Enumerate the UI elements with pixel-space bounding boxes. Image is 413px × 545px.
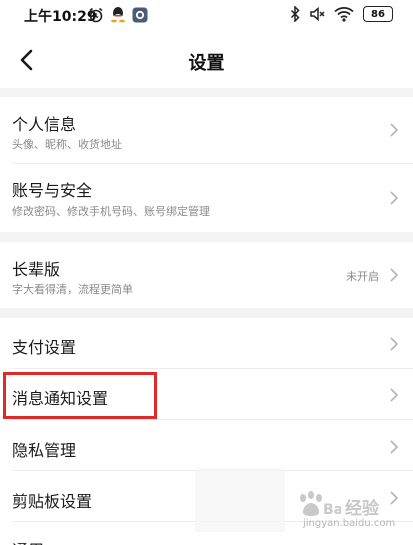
status-icons-right: 86 bbox=[290, 6, 393, 22]
personal-info-item[interactable]: 个人信息 头像、昵称、收货地址 bbox=[0, 97, 413, 164]
notification-settings-title: 消息通知设置 bbox=[12, 389, 109, 408]
watermark: Bai 经验 jingyan.baidu.com bbox=[293, 488, 403, 534]
status-bar: 上午10:29 86 bbox=[0, 0, 413, 32]
nav-bar: 设置 bbox=[0, 32, 413, 88]
battery-level: 86 bbox=[371, 8, 385, 20]
app-notification-icon bbox=[132, 7, 148, 23]
qq-icon bbox=[110, 6, 126, 23]
account-security-item[interactable]: 账号与安全 修改密码、修改手机号码、账号绑定管理 bbox=[0, 164, 413, 232]
chevron-right-icon bbox=[390, 440, 399, 454]
chevron-right-icon bbox=[390, 268, 399, 282]
payment-settings-title: 支付设置 bbox=[12, 338, 77, 357]
privacy-management-title: 隐私管理 bbox=[12, 441, 77, 460]
settings-group-account: 个人信息 头像、昵称、收货地址 账号与安全 修改密码、修改手机号码、账号绑定管理 bbox=[0, 97, 413, 232]
privacy-management-item[interactable]: 隐私管理 bbox=[0, 420, 413, 471]
status-icons-left bbox=[88, 6, 148, 23]
wifi-icon bbox=[334, 6, 354, 22]
clipboard-settings-title: 剪贴板设置 bbox=[12, 492, 93, 511]
account-security-subtitle: 修改密码、修改手机号码、账号绑定管理 bbox=[12, 205, 210, 218]
elder-mode-title: 长辈版 bbox=[12, 260, 61, 279]
watermark-text: 经验 bbox=[345, 499, 379, 519]
battery-icon: 86 bbox=[363, 6, 393, 22]
bluetooth-icon bbox=[290, 6, 300, 22]
account-security-title: 账号与安全 bbox=[12, 181, 93, 200]
watermark-backdrop bbox=[195, 468, 285, 532]
alarm-icon bbox=[88, 7, 104, 23]
mute-icon bbox=[309, 6, 325, 22]
personal-info-subtitle: 头像、昵称、收货地址 bbox=[12, 138, 122, 151]
notification-settings-item[interactable]: 消息通知设置 bbox=[0, 369, 413, 420]
elder-mode-status: 未开启 bbox=[346, 270, 379, 283]
personal-info-title: 个人信息 bbox=[12, 115, 77, 134]
general-settings-title: 通用 bbox=[12, 537, 44, 545]
svg-text:Bai: Bai bbox=[323, 502, 341, 518]
chevron-right-icon bbox=[390, 123, 399, 137]
elder-mode-item[interactable]: 长辈版 字大看得清，流程更简单 未开启 bbox=[0, 242, 413, 308]
elder-mode-subtitle: 字大看得清，流程更简单 bbox=[12, 283, 133, 296]
chevron-right-icon bbox=[390, 191, 399, 205]
settings-group-elder: 长辈版 字大看得清，流程更简单 未开启 bbox=[0, 242, 413, 308]
chevron-right-icon bbox=[390, 337, 399, 351]
watermark-url: jingyan.baidu.com bbox=[303, 518, 396, 529]
payment-settings-item[interactable]: 支付设置 bbox=[0, 318, 413, 369]
chevron-right-icon bbox=[390, 388, 399, 402]
page-title: 设置 bbox=[188, 53, 225, 74]
paw-icon: Bai bbox=[300, 491, 341, 518]
status-time: 上午10:29 bbox=[24, 9, 97, 25]
